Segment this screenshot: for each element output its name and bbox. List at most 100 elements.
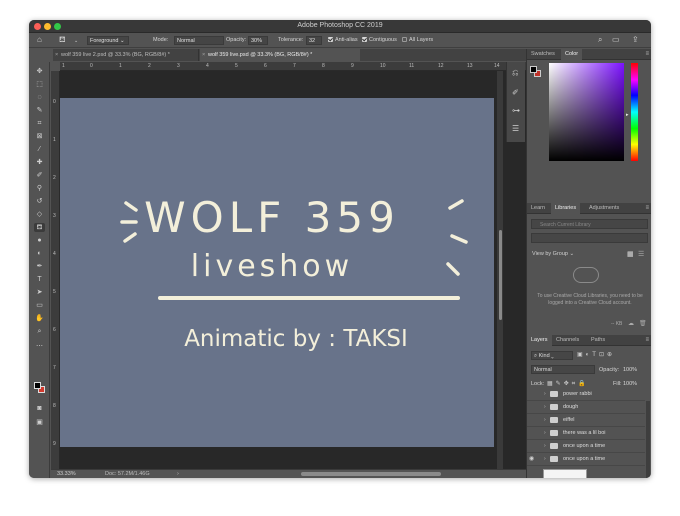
hue-slider-marker-icon[interactable]: ▸ bbox=[626, 112, 629, 118]
dodge-tool-icon[interactable]: ◐ bbox=[34, 249, 45, 258]
close-tab-icon[interactable]: × bbox=[202, 49, 205, 61]
blur-tool-icon[interactable]: ● bbox=[34, 236, 45, 245]
hand-tool-icon[interactable]: ✋ bbox=[34, 314, 45, 323]
library-search-input[interactable]: Search Current Library bbox=[531, 219, 648, 229]
status-menu-arrow-icon[interactable]: › bbox=[177, 471, 179, 477]
share-icon[interactable]: ⇪ bbox=[632, 36, 639, 44]
brush-tool-icon[interactable]: ✐ bbox=[34, 171, 45, 180]
layer-row[interactable]: › eiffel bbox=[527, 414, 645, 427]
quick-mask-icon[interactable]: ◙ bbox=[34, 404, 45, 413]
fill-source-select[interactable]: Foreground ⌄ bbox=[87, 36, 129, 45]
layer-filter-icons[interactable]: ▣◐T⊡⊕ bbox=[577, 351, 615, 358]
artwork-svg: WOLF 359 liveshow Animatic by : TAKSI bbox=[120, 193, 468, 352]
history-panel-icon[interactable]: ⎌ bbox=[512, 68, 518, 78]
trash-icon[interactable]: 🗑 bbox=[639, 320, 647, 327]
tab-swatches[interactable]: Swatches bbox=[527, 49, 559, 60]
vertical-scrollbar-thumb[interactable] bbox=[499, 230, 502, 320]
ruler-number: 9 bbox=[351, 63, 354, 69]
tab-color[interactable]: Color bbox=[561, 49, 583, 60]
close-tab-icon[interactable]: × bbox=[55, 49, 58, 61]
screen-mode-icon[interactable]: ▣ bbox=[34, 418, 45, 427]
tab-libraries[interactable]: Libraries bbox=[551, 203, 581, 214]
adjustments-panel-icon[interactable]: ⊶ bbox=[512, 106, 520, 115]
zoom-level[interactable]: 33.33% bbox=[57, 471, 76, 477]
document-canvas[interactable]: WOLF 359 liveshow Animatic by : TAKSI bbox=[60, 98, 494, 447]
hue-slider[interactable] bbox=[631, 63, 638, 161]
expand-arrow-icon[interactable]: › bbox=[544, 417, 546, 423]
tab-adjustments[interactable]: Adjustments bbox=[585, 203, 623, 214]
document-size[interactable]: Doc: 57.2M/1.46G bbox=[105, 471, 150, 477]
fill-value[interactable]: 100% bbox=[623, 381, 637, 387]
layer-row[interactable]: › dough bbox=[527, 401, 645, 414]
rectangle-tool-icon[interactable]: ▭ bbox=[34, 301, 45, 310]
foreground-color-swatch[interactable] bbox=[34, 382, 41, 389]
color-panel-foreground-swatch[interactable] bbox=[530, 66, 537, 73]
creative-cloud-icon bbox=[573, 267, 599, 283]
quick-selection-tool-icon[interactable]: ✎ bbox=[34, 106, 45, 115]
history-brush-tool-icon[interactable]: ↺ bbox=[34, 197, 45, 206]
eraser-tool-icon[interactable]: ◇ bbox=[34, 210, 45, 219]
canvas-pasteboard[interactable]: WOLF 359 liveshow Animatic by : TAKSI bbox=[60, 71, 527, 469]
eyedropper-tool-icon[interactable]: ⁄ bbox=[34, 145, 45, 154]
opacity-input[interactable]: 30% bbox=[248, 36, 268, 45]
layer-row[interactable]: ◉ › once upon a time bbox=[527, 453, 645, 466]
frame-tool-icon[interactable]: ⊠ bbox=[34, 132, 45, 141]
cloud-sync-icon[interactable]: ☁ bbox=[628, 320, 634, 327]
mode-select[interactable]: Normal bbox=[174, 36, 224, 45]
all-layers-checkbox[interactable]: All Layers bbox=[402, 36, 433, 45]
layer-row[interactable]: › power rabbi bbox=[527, 391, 645, 401]
tab-channels[interactable]: Channels bbox=[552, 335, 583, 346]
crop-tool-icon[interactable]: ⌗ bbox=[34, 119, 45, 128]
paint-bucket-tool-icon[interactable]: ⛾ bbox=[34, 223, 45, 232]
expand-arrow-icon[interactable]: › bbox=[544, 456, 546, 462]
expand-arrow-icon[interactable]: › bbox=[544, 391, 546, 397]
status-bar: 33.33% Doc: 57.2M/1.46G › bbox=[51, 469, 527, 478]
layer-thumbnail[interactable] bbox=[543, 469, 587, 478]
anti-alias-checkbox[interactable]: Anti-alias bbox=[328, 36, 358, 45]
eye-icon[interactable]: ◉ bbox=[529, 455, 537, 464]
layers-scrollbar[interactable] bbox=[646, 401, 650, 478]
tab-layers[interactable]: Layers bbox=[527, 335, 552, 346]
list-view-icon[interactable]: ☰ bbox=[638, 250, 644, 258]
expand-arrow-icon[interactable]: › bbox=[544, 404, 546, 410]
clone-stamp-tool-icon[interactable]: ⚲ bbox=[34, 184, 45, 193]
move-tool-icon[interactable]: ✥ bbox=[34, 67, 45, 76]
layer-opacity-value[interactable]: 100% bbox=[623, 367, 637, 373]
expand-arrow-icon[interactable]: › bbox=[544, 443, 546, 449]
more-tools-icon[interactable]: ⋯ bbox=[34, 342, 45, 351]
properties-panel-icon[interactable]: ☰ bbox=[512, 124, 519, 133]
brush-settings-icon[interactable]: ✐ bbox=[512, 88, 519, 97]
library-select[interactable] bbox=[531, 233, 648, 243]
paint-bucket-preset-icon[interactable]: ⛾ bbox=[59, 36, 66, 44]
grid-view-icon[interactable]: ▦ bbox=[627, 250, 634, 258]
layer-row[interactable]: › once upon a time bbox=[527, 440, 645, 453]
tab-paths[interactable]: Paths bbox=[587, 335, 609, 346]
marquee-tool-icon[interactable]: ⬚ bbox=[34, 80, 45, 89]
view-by-group-select[interactable]: View by Group ⌄ bbox=[532, 251, 574, 257]
lock-icons[interactable]: ▦✎✥⌗🔒 bbox=[547, 380, 589, 388]
chevron-down-icon[interactable]: ⌄ bbox=[74, 37, 78, 45]
layer-kind-filter[interactable]: ⌕ Kind ⌄ bbox=[531, 351, 573, 360]
zoom-tool-icon[interactable]: ⌕ bbox=[34, 327, 45, 336]
layer-row[interactable]: › there was a lil boi bbox=[527, 427, 645, 440]
blend-mode-select[interactable]: Normal bbox=[531, 365, 595, 374]
workspace-icon[interactable]: ▭ bbox=[612, 36, 620, 44]
color-picker-field[interactable] bbox=[549, 63, 624, 161]
tab-wolf-359-live-2[interactable]: × wolf 359 live 2.psd @ 33.3% (BG, RGB/8… bbox=[53, 49, 199, 61]
panel-menu-icon[interactable]: ≡ bbox=[645, 49, 649, 60]
tab-learn[interactable]: Learn bbox=[527, 203, 549, 214]
contiguous-checkbox[interactable]: Contiguous bbox=[362, 36, 397, 45]
panel-menu-icon[interactable]: ≡ bbox=[645, 335, 649, 346]
lasso-tool-icon[interactable]: ◌ bbox=[34, 93, 45, 102]
healing-brush-tool-icon[interactable]: ✚ bbox=[34, 158, 45, 167]
tolerance-input[interactable]: 32 bbox=[306, 36, 322, 45]
type-tool-icon[interactable]: T bbox=[34, 275, 45, 284]
horizontal-scrollbar-thumb[interactable] bbox=[301, 472, 441, 476]
expand-arrow-icon[interactable]: › bbox=[544, 430, 546, 436]
tab-wolf-359-live[interactable]: × wolf 359 live.psd @ 33.3% (BG, RGB/8#)… bbox=[200, 49, 360, 61]
pen-tool-icon[interactable]: ✒ bbox=[34, 262, 45, 271]
home-icon[interactable]: ⌂ bbox=[37, 36, 42, 44]
path-selection-tool-icon[interactable]: ➤ bbox=[34, 288, 45, 297]
search-icon[interactable]: ⌕ bbox=[598, 36, 602, 44]
panel-menu-icon[interactable]: ≡ bbox=[645, 203, 649, 214]
